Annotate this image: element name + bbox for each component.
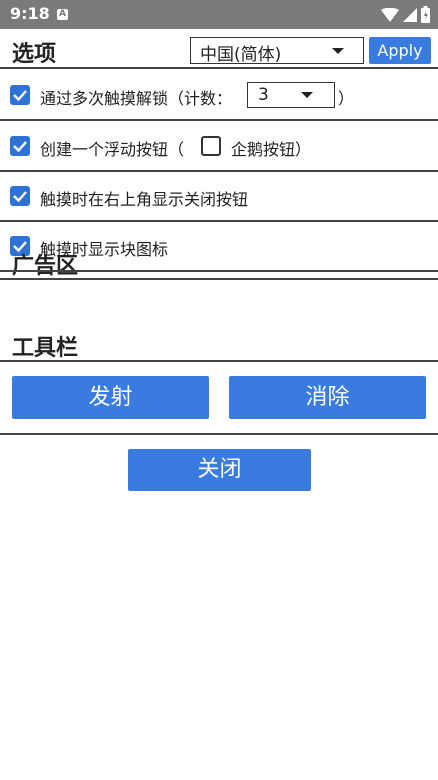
divider: [0, 360, 438, 362]
divider: [0, 67, 438, 69]
penguin-button-checkbox[interactable]: [201, 136, 221, 156]
status-time: 9:18: [10, 4, 50, 23]
clear-button[interactable]: 消除: [229, 376, 426, 419]
fire-button[interactable]: 发射: [12, 376, 209, 419]
divider: [0, 433, 438, 435]
options-title: 选项: [12, 42, 57, 67]
signal-icon: [403, 7, 417, 22]
apply-button[interactable]: Apply: [369, 37, 431, 64]
divider: [0, 270, 438, 272]
divider: [0, 220, 438, 222]
notification-icon: A: [57, 9, 68, 20]
divider: [0, 170, 438, 172]
chevron-down-icon: [301, 92, 313, 98]
unlock-multi-touch-label: 通过多次触摸解锁（计数：: [40, 89, 233, 108]
toolbar-title: 工具栏: [12, 336, 79, 361]
show-close-button-checkbox[interactable]: [10, 186, 30, 206]
status-icons: [381, 6, 430, 23]
floating-button-label: 创建一个浮动按钮（: [40, 140, 185, 159]
chevron-down-icon: [332, 48, 344, 54]
language-select[interactable]: 中国(简体): [190, 37, 364, 65]
language-value: 中国(简体): [200, 45, 282, 65]
check-icon: [13, 90, 27, 102]
wifi-icon: [381, 7, 399, 22]
battery-icon: [421, 6, 430, 23]
check-icon: [13, 141, 27, 153]
floating-button-checkbox[interactable]: [10, 136, 30, 156]
unlock-count-select[interactable]: 3: [247, 82, 335, 108]
divider: [0, 119, 438, 121]
ad-area-title: 广告区: [12, 254, 79, 279]
show-close-button-label: 触摸时在右上角显示关闭按钮: [40, 190, 249, 209]
unlock-count-close-paren: ）: [338, 89, 355, 108]
penguin-button-label: 企鹅按钮）: [231, 140, 312, 159]
divider: [0, 278, 438, 280]
unlock-multi-touch-checkbox[interactable]: [10, 85, 30, 105]
close-button[interactable]: 关闭: [128, 449, 311, 491]
check-icon: [13, 191, 27, 203]
unlock-count-value: 3: [258, 85, 269, 105]
